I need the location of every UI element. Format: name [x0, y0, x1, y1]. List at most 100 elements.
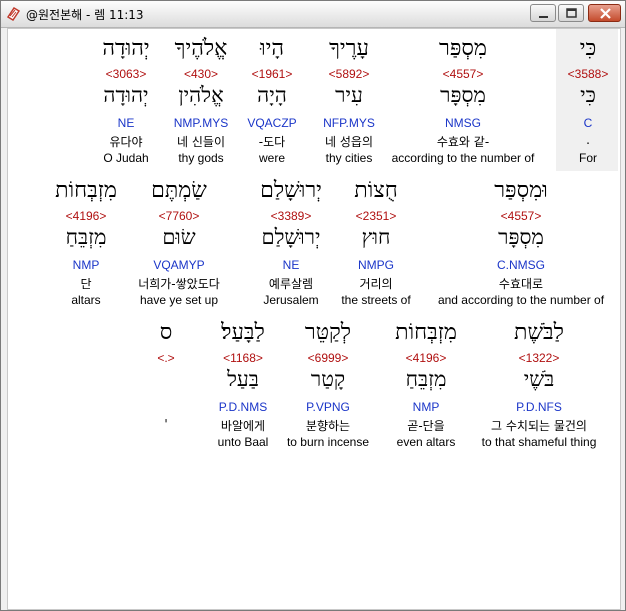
korean-gloss: 그 수치되는 물건의: [491, 419, 587, 433]
strong-number: <4196>: [65, 209, 107, 223]
english-gloss: O Judah: [103, 151, 149, 165]
morphology-code: P.VPNG: [306, 400, 350, 414]
english-gloss: altars: [71, 293, 101, 307]
hebrew-word: חֻצוֹת: [354, 178, 398, 203]
korean-gloss: 수효대로: [498, 277, 544, 291]
lexical-form: מִזְבֵּחַ: [405, 367, 447, 391]
close-icon: [600, 8, 611, 19]
morphology-code: VQACZP: [247, 116, 297, 130]
lexical-form: קָטַר: [310, 367, 346, 391]
english-gloss: unto Baal: [217, 435, 269, 449]
morphology-code: NMSG: [445, 116, 481, 130]
hebrew-word: יְרוּשָׁלַם: [260, 178, 322, 203]
hebrew-word: מִזְבְּחוֹת: [55, 178, 117, 203]
morphology-code: NMP.MYS: [173, 116, 229, 130]
strong-number: <3063>: [105, 67, 147, 81]
hebrew-word: ס: [159, 320, 173, 345]
morphology-code: NE: [117, 116, 135, 130]
korean-gloss: 수효와 같-: [436, 135, 490, 149]
english-gloss: were: [258, 151, 286, 165]
english-gloss: and according to the number of: [437, 293, 605, 307]
morphology-code: NMPG: [358, 258, 394, 272]
strong-number: <7760>: [158, 209, 200, 223]
morphology-code: C.NMSG: [497, 258, 545, 272]
korean-gloss: 단: [80, 277, 92, 291]
window-title: @원전본해 - 렘 11:13: [26, 8, 144, 22]
lexical-form: כִּי: [580, 83, 596, 107]
hebrew-word: וּמִסְפַּר: [494, 178, 548, 203]
morphology-code: C: [583, 116, 593, 130]
strong-number: <.>: [157, 351, 175, 365]
morphology-code: NE: [282, 258, 300, 272]
english-gloss: thy cities: [325, 151, 373, 165]
morphology-code: NFP.MYS: [323, 116, 375, 130]
english-gloss: to that shameful thing: [481, 435, 597, 449]
english-gloss: the streets of: [341, 293, 411, 307]
strong-number: <2351>: [355, 209, 397, 223]
english-gloss: For: [579, 151, 597, 165]
strong-number: <4557>: [500, 209, 542, 223]
korean-gloss: 바알에게: [220, 419, 266, 433]
hebrew-word: מִסְפַּר: [439, 36, 487, 61]
korean-gloss: 거리의: [359, 277, 393, 291]
app-window: @원전본해 - 렘 11:13 כִּי <3588> כִּי C. For מִסְפ…: [0, 0, 626, 611]
close-button[interactable]: [588, 4, 621, 22]
korean-gloss: 너희가-쌓았도다: [138, 277, 220, 291]
hebrew-word: מִזְבְּחוֹת: [395, 320, 457, 345]
minimize-icon: [539, 16, 548, 18]
strong-number: <1961>: [251, 67, 293, 81]
strong-number: <1322>: [518, 351, 560, 365]
strong-number: <3588>: [567, 67, 609, 81]
korean-gloss: 네 성읍의: [325, 135, 373, 149]
lexical-form: מִסְפָּר: [440, 83, 486, 107]
morphology-code: P.D.NMS: [218, 400, 268, 414]
bible-book-icon: [6, 6, 21, 22]
interlinear-view[interactable]: כִּי <3588> כִּי C. For מִסְפַּר <4557> מִסְפָּ…: [7, 28, 621, 610]
hebrew-word: כִּי: [579, 36, 597, 61]
hebrew-word: עָרֶיךָ: [329, 36, 369, 61]
strong-number: <4196>: [405, 351, 447, 365]
maximize-button[interactable]: [558, 4, 584, 22]
strong-number: <430>: [183, 67, 219, 81]
morphology-code: NMP: [72, 258, 100, 272]
lexical-form: מִסְפָּר: [498, 225, 544, 249]
lexical-form: חוּץ: [361, 225, 391, 249]
morphology-code: P.D.NFS: [516, 400, 562, 414]
korean-gloss: 분향하는: [305, 419, 351, 433]
hebrew-word: הָיוּ: [259, 36, 285, 61]
korean-gloss: 예루살렘: [268, 277, 314, 291]
strong-number: <1168>: [223, 351, 263, 365]
lexical-form: עִיר: [335, 83, 363, 107]
lexical-form: יְרוּשָׁלַם: [261, 225, 321, 249]
korean-gloss: 네 신들이: [177, 135, 225, 149]
minimize-button[interactable]: [530, 4, 556, 22]
lexical-form: בַּעַל: [227, 367, 259, 391]
english-gloss: even altars: [396, 435, 456, 449]
lexical-form: הָיָה: [257, 83, 287, 107]
hebrew-word: לַבָּעַל׃: [221, 320, 265, 345]
english-gloss: Jerusalem: [263, 293, 319, 307]
title-bar[interactable]: @원전본해 - 렘 11:13: [1, 1, 625, 28]
morphology-code: NMP: [412, 400, 440, 414]
lexical-form: יְהוּדָה: [103, 83, 149, 107]
english-gloss: to burn incense: [286, 435, 370, 449]
strong-number: <6999>: [307, 351, 349, 365]
lexical-form: בֹּשֶׁי: [523, 367, 555, 391]
hebrew-word: לַבֹּשֶׁת: [514, 320, 564, 345]
maximize-icon: [566, 8, 577, 18]
hebrew-word: שַׂמְתֶּם: [151, 178, 207, 203]
lexical-form: אֱלֹהִין: [178, 83, 224, 107]
korean-gloss: 곧-단을: [407, 419, 445, 433]
lexical-form: מִזְבֵּחַ: [65, 225, 107, 249]
strong-number: <3389>: [270, 209, 312, 223]
hebrew-word: יְהוּדָה: [102, 36, 150, 61]
korean-gloss: -도다: [258, 135, 286, 149]
english-gloss: thy gods: [178, 151, 224, 165]
korean-gloss: 유다야: [109, 135, 143, 149]
hebrew-word: לְקַטֵּר: [304, 320, 352, 345]
strong-number: <4557>: [442, 67, 484, 81]
morphology-code: VQAMYP: [153, 258, 205, 272]
english-gloss: according to the number of: [391, 151, 535, 165]
english-gloss: have ye set up: [139, 293, 219, 307]
strong-number: <5892>: [328, 67, 370, 81]
